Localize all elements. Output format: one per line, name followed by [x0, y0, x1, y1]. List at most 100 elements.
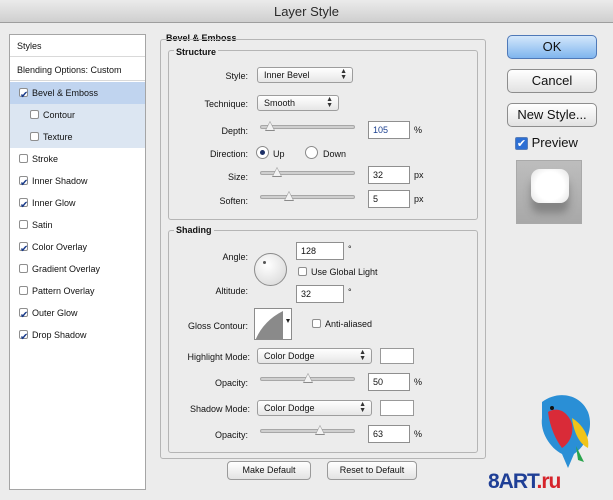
- highlight-mode-value: Color Dodge: [264, 351, 315, 361]
- depth-slider-thumb[interactable]: [265, 121, 276, 131]
- sidebar-item-label: Satin: [32, 220, 53, 230]
- checkbox-icon[interactable]: [30, 132, 39, 142]
- altitude-label: Altitude:: [215, 286, 248, 296]
- make-default-button[interactable]: Make Default: [227, 461, 311, 480]
- sidebar-item-label: Inner Glow: [32, 198, 76, 208]
- watermark-text: 8ART.ru: [488, 470, 561, 494]
- sidebar-item-satin[interactable]: Satin: [10, 214, 145, 236]
- angle-input[interactable]: 128: [296, 242, 344, 260]
- sidebar-item-label: Outer Glow: [32, 308, 78, 318]
- sidebar-item-label: Inner Shadow: [32, 176, 88, 186]
- angle-dial[interactable]: [254, 253, 287, 286]
- shading-group: [168, 230, 478, 453]
- highlight-opacity-unit: %: [414, 377, 423, 387]
- soften-input[interactable]: 5: [368, 190, 410, 208]
- angle-unit: °: [348, 244, 352, 254]
- gloss-contour-picker[interactable]: [254, 308, 292, 340]
- cancel-button[interactable]: Cancel: [507, 69, 597, 93]
- altitude-unit: °: [348, 287, 352, 297]
- checkbox-icon[interactable]: [30, 110, 39, 120]
- checkbox-icon[interactable]: [19, 264, 28, 274]
- highlight-mode-select[interactable]: Color Dodge ▲ ▼: [257, 348, 372, 364]
- size-slider-thumb[interactable]: [271, 167, 282, 177]
- direction-up-label: Up: [273, 149, 285, 159]
- technique-value: Smooth: [264, 98, 296, 108]
- updown-arrows-icon: ▲ ▼: [340, 68, 347, 81]
- sidebar-item-inner-shadow[interactable]: Inner Shadow: [10, 170, 145, 195]
- sidebar-item-label: Bevel & Emboss: [32, 88, 99, 98]
- sidebar-item-label: Contour: [43, 110, 76, 120]
- sidebar-item-outer-glow[interactable]: Outer Glow: [10, 302, 145, 327]
- depth-slider[interactable]: [260, 121, 355, 131]
- soften-slider[interactable]: [260, 191, 355, 201]
- structure-title: Structure: [174, 47, 219, 57]
- style-value: Inner Bevel: [264, 70, 310, 80]
- sidebar-item-label: Pattern Overlay: [32, 286, 95, 296]
- sidebar-item-contour[interactable]: Contour: [10, 104, 145, 126]
- depth-input[interactable]: 105: [368, 121, 410, 139]
- checkbox-icon[interactable]: [19, 220, 28, 230]
- sidebar-item-gradient-overlay[interactable]: Gradient Overlay: [10, 258, 145, 280]
- bevel-emboss-panel: Bevel & Emboss Structure Style: Inner Be…: [160, 30, 486, 487]
- checkbox-icon[interactable]: [19, 327, 28, 349]
- checkbox-icon[interactable]: [19, 195, 28, 217]
- styles-sidebar: Styles Blending Options: Custom Bevel & …: [9, 34, 146, 490]
- window-title: Layer Style: [0, 0, 613, 23]
- shadow-mode-value: Color Dodge: [264, 403, 315, 413]
- sidebar-item-inner-glow[interactable]: Inner Glow: [10, 192, 145, 217]
- direction-up-radio[interactable]: [256, 146, 269, 159]
- shadow-mode-label: Shadow Mode:: [189, 404, 250, 414]
- depth-label: Depth:: [221, 126, 248, 136]
- sidebar-item-bevel-emboss[interactable]: Bevel & Emboss: [10, 82, 145, 107]
- reset-to-default-button[interactable]: Reset to Default: [327, 461, 417, 480]
- preview-shape: [531, 169, 569, 203]
- preview-checkbox[interactable]: ✔ Preview: [515, 135, 578, 151]
- highlight-opacity-label: Opacity:: [214, 378, 248, 388]
- shadow-opacity-input[interactable]: 63: [368, 425, 410, 443]
- checkbox-icon: [298, 267, 307, 277]
- sidebar-item-stroke[interactable]: Stroke: [10, 148, 145, 170]
- style-select[interactable]: Inner Bevel ▲ ▼: [257, 67, 353, 83]
- checkbox-icon[interactable]: [19, 239, 28, 261]
- shadow-mode-select[interactable]: Color Dodge ▲ ▼: [257, 400, 372, 416]
- global-light-label: Use Global Light: [311, 267, 378, 277]
- shadow-opacity-thumb[interactable]: [314, 425, 325, 435]
- soften-unit: px: [414, 194, 424, 204]
- shadow-opacity-slider[interactable]: [260, 425, 355, 435]
- size-label: Size:: [227, 172, 248, 182]
- updown-arrows-icon: ▲ ▼: [359, 349, 366, 362]
- checkbox-icon[interactable]: [19, 154, 28, 164]
- sidebar-item-label: Color Overlay: [32, 242, 88, 252]
- sidebar-header-styles[interactable]: Styles: [10, 35, 145, 57]
- sidebar-item-label: Gradient Overlay: [32, 264, 101, 274]
- sidebar-item-color-overlay[interactable]: Color Overlay: [10, 236, 145, 261]
- new-style-button[interactable]: New Style...: [507, 103, 597, 127]
- direction-down-radio[interactable]: [305, 146, 318, 159]
- global-light-checkbox[interactable]: Use Global Light: [298, 267, 378, 277]
- sidebar-item-pattern-overlay[interactable]: Pattern Overlay: [10, 280, 145, 302]
- contour-curve-icon: [255, 311, 290, 339]
- sidebar-item-texture[interactable]: Texture: [10, 126, 145, 148]
- size-input[interactable]: 32: [368, 166, 410, 184]
- technique-select[interactable]: Smooth ▲ ▼: [257, 95, 339, 111]
- checkbox-icon[interactable]: [19, 173, 28, 195]
- ok-button[interactable]: OK: [507, 35, 597, 59]
- checkbox-icon[interactable]: [19, 85, 28, 107]
- sidebar-blending-options[interactable]: Blending Options: Custom: [10, 59, 145, 81]
- anti-aliased-label: Anti-aliased: [325, 319, 373, 329]
- anti-aliased-checkbox[interactable]: Anti-aliased: [312, 319, 372, 329]
- checkmark-icon: ✔: [515, 137, 528, 151]
- technique-label: Technique:: [204, 99, 248, 109]
- sidebar-item-drop-shadow[interactable]: Drop Shadow: [10, 324, 145, 349]
- highlight-opacity-input[interactable]: 50: [368, 373, 410, 391]
- size-slider[interactable]: [260, 167, 355, 177]
- checkbox-icon[interactable]: [19, 286, 28, 296]
- shadow-color-swatch[interactable]: [380, 400, 414, 416]
- altitude-input[interactable]: 32: [296, 285, 344, 303]
- checkbox-icon[interactable]: [19, 305, 28, 327]
- soften-slider-thumb[interactable]: [283, 191, 294, 201]
- checkbox-icon: [312, 319, 321, 329]
- highlight-opacity-thumb[interactable]: [302, 373, 313, 383]
- highlight-color-swatch[interactable]: [380, 348, 414, 364]
- highlight-opacity-slider[interactable]: [260, 373, 355, 383]
